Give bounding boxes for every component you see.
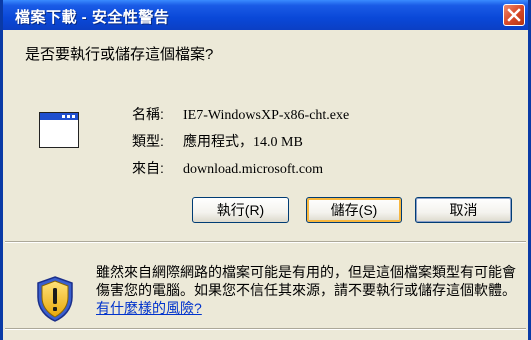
file-source-value: download.microsoft.com: [183, 162, 323, 177]
file-source-label: 來自:: [132, 160, 164, 176]
title-bar[interactable]: 檔案下載 - 安全性警告: [3, 0, 528, 30]
close-icon: [507, 8, 521, 22]
dialog-title: 檔案下載 - 安全性警告: [15, 9, 170, 26]
application-window-icon: [39, 112, 79, 148]
run-or-save-question: 是否要執行或儲存這個檔案?: [25, 46, 214, 63]
file-name-row: 名稱: IE7-WindowsXP-x86-cht.exe: [132, 104, 349, 124]
download-dialog: 檔案下載 - 安全性警告 是否要執行或儲存這個檔案? 名稱: IE7-Window…: [0, 0, 531, 340]
file-type-label: 類型:: [132, 133, 164, 149]
file-name-value: IE7-WindowsXP-x86-cht.exe: [183, 108, 350, 123]
run-button[interactable]: 執行(R): [192, 197, 289, 223]
cancel-button[interactable]: 取消: [415, 197, 512, 223]
risk-info-link[interactable]: 有什麼樣的風險?: [96, 300, 202, 316]
file-type-row: 類型: 應用程式，14.0 MB: [132, 131, 303, 151]
close-button[interactable]: [503, 4, 525, 26]
bottom-separator: [5, 328, 526, 330]
separator: [5, 241, 526, 243]
file-type-value: 應用程式，14.0 MB: [183, 135, 303, 150]
warning-message: 雖然來自網際網路的檔案可能是有用的，但是這個檔案類型有可能會傷害您的電腦。如果您…: [96, 264, 516, 298]
file-source-row: 來自: download.microsoft.com: [132, 158, 323, 178]
save-button[interactable]: 儲存(S): [306, 197, 402, 223]
file-name-label: 名稱:: [132, 106, 164, 122]
security-warning-text: 雖然來自網際網路的檔案可能是有用的，但是這個檔案類型有可能會傷害您的電腦。如果您…: [96, 263, 516, 317]
security-shield-icon: [37, 276, 73, 322]
